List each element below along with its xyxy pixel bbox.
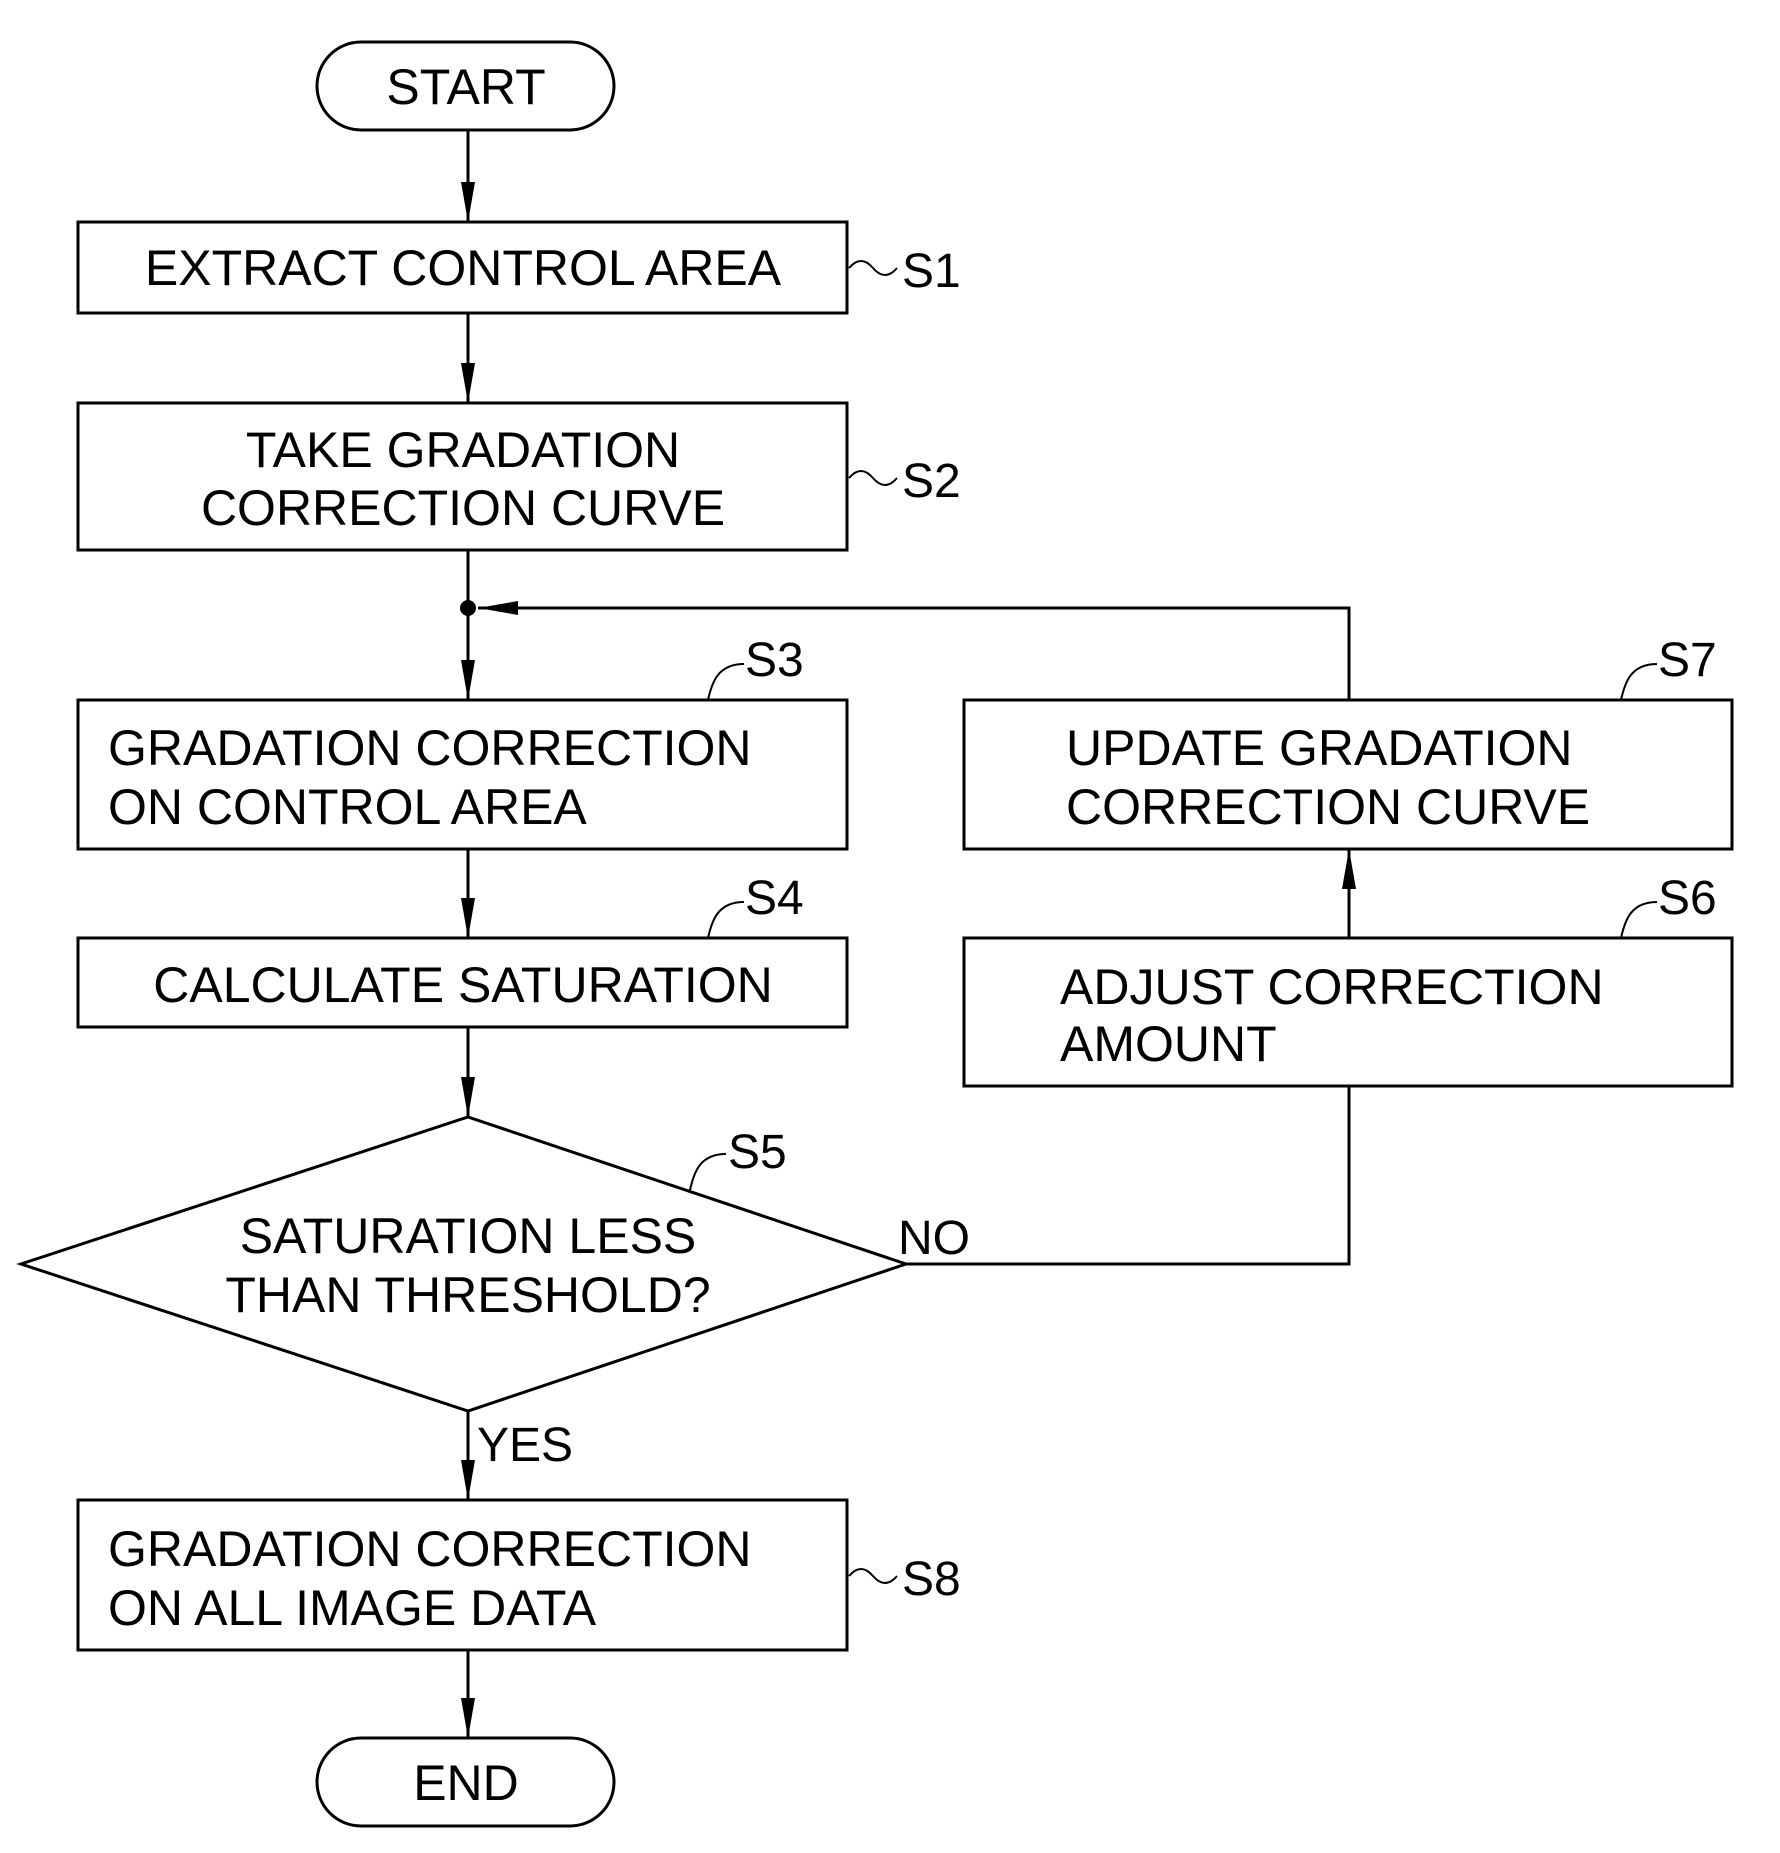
s4-label: S4 (745, 872, 804, 925)
no-branch-label: NO (898, 1212, 970, 1265)
s3-text-line1: GRADATION CORRECTION (108, 720, 752, 776)
s8-text-line1: GRADATION CORRECTION (108, 1521, 752, 1577)
s5-leader (689, 1153, 727, 1191)
s1-label: S1 (902, 245, 961, 298)
s7-label: S7 (1658, 634, 1717, 687)
s8-label: S8 (902, 1553, 961, 1606)
s5-text-line2: THAN THRESHOLD? (225, 1267, 710, 1323)
edge-s5-s6-no (906, 1086, 1351, 1266)
s6-text-line2: AMOUNT (1060, 1016, 1277, 1072)
s1-text: EXTRACT CONTROL AREA (145, 240, 782, 296)
start-label: START (386, 59, 545, 115)
step-s3: GRADATION CORRECTION ON CONTROL AREA S3 (76, 634, 849, 851)
s6-label: S6 (1658, 872, 1717, 925)
edge-s7-loop (478, 601, 1351, 700)
s2-leader (848, 470, 898, 486)
flowchart-canvas: START EXTRACT CONTROL AREA S1 TAKE GRADA… (0, 0, 1780, 1853)
s8-text-line2: ON ALL IMAGE DATA (108, 1580, 597, 1636)
s7-leader (1620, 663, 1658, 701)
s6-leader (1620, 901, 1658, 939)
s5-text-line1: SATURATION LESS (240, 1208, 697, 1264)
flowchart: START EXTRACT CONTROL AREA S1 TAKE GRADA… (16, 40, 1734, 1828)
s7-text-line2: CORRECTION CURVE (1066, 779, 1590, 835)
s4-text: CALCULATE SATURATION (153, 957, 773, 1013)
s6-text-line1: ADJUST CORRECTION (1060, 959, 1604, 1015)
s8-leader (848, 1568, 898, 1584)
end-label: END (413, 1755, 519, 1811)
step-s8: GRADATION CORRECTION ON ALL IMAGE DATA S… (76, 1498, 961, 1652)
end-terminal: END (315, 1736, 616, 1828)
step-s1: EXTRACT CONTROL AREA S1 (76, 220, 961, 315)
step-s4: CALCULATE SATURATION S4 (76, 872, 849, 1029)
s3-leader (707, 663, 745, 701)
s2-label: S2 (902, 455, 961, 508)
s5-label: S5 (728, 1126, 787, 1179)
s7-text-line1: UPDATE GRADATION (1066, 720, 1573, 776)
step-s5-decision: SATURATION LESS THAN THRESHOLD? S5 (16, 1115, 911, 1413)
s4-leader (707, 901, 745, 939)
s2-text-line1: TAKE GRADATION (246, 422, 680, 478)
yes-branch-label: YES (477, 1419, 573, 1472)
s3-text-line2: ON CONTROL AREA (108, 779, 587, 835)
start-terminal: START (315, 40, 616, 132)
junction-dot (460, 600, 476, 616)
s1-leader (848, 260, 898, 276)
s3-label: S3 (745, 634, 804, 687)
s2-text-line2: CORRECTION CURVE (201, 480, 725, 536)
step-s2: TAKE GRADATION CORRECTION CURVE S2 (76, 401, 961, 552)
